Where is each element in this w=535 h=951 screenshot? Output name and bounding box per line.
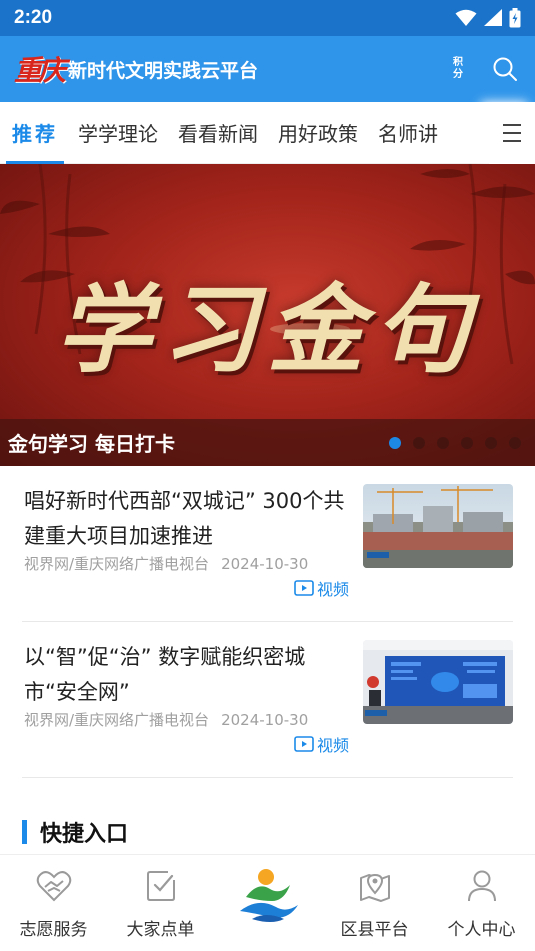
map-pin-icon: [356, 867, 394, 905]
news-date: 2024-10-30: [221, 555, 309, 573]
video-tag-label: 视频: [316, 736, 349, 755]
shortcut-section-header: 快捷入口: [22, 816, 128, 848]
video-icon: [294, 736, 314, 752]
carousel-dot[interactable]: [461, 437, 473, 449]
section-accent-bar: [22, 820, 27, 844]
nav-district-platform[interactable]: 区县平台: [321, 855, 428, 951]
news-item[interactable]: 以“智”促“治” 数字赋能织密城市“安全网” 视界网/重庆网络广播电视台 2024…: [22, 622, 513, 778]
status-icons: [455, 8, 521, 28]
banner-carousel[interactable]: 学习金句 金句学习 每日打卡: [0, 164, 535, 466]
app-logo: 重庆 新时代文明实践云平台: [14, 49, 258, 89]
control-room-image: [363, 640, 513, 724]
news-meta: 视界网/重庆网络广播电视台 2024-10-30: [24, 709, 308, 730]
video-tag-label: 视频: [316, 580, 349, 599]
signal-icon: [484, 9, 502, 26]
carousel-dot[interactable]: [485, 437, 497, 449]
nav-volunteer-service[interactable]: 志愿服务: [0, 855, 107, 951]
checklist-icon: [142, 867, 180, 905]
news-item[interactable]: 唱好新时代西部“双城记” 300个共建重大项目加速推进 视界网/重庆网络广播电视…: [22, 466, 513, 622]
news-thumbnail[interactable]: [363, 484, 513, 568]
nav-label: 志愿服务: [19, 920, 88, 940]
tab-news[interactable]: 看看新闻: [168, 102, 268, 164]
tab-recommend[interactable]: 推荐: [0, 102, 68, 164]
news-meta: 视界网/重庆网络广播电视台 2024-10-30: [24, 553, 308, 574]
battery-icon: [509, 8, 521, 28]
status-bar: 2:20: [0, 0, 535, 36]
carousel-dot[interactable]: [413, 437, 425, 449]
menu-icon-line: [503, 140, 521, 142]
carousel-indicators: [389, 437, 521, 449]
tabs-menu-button[interactable]: [489, 102, 535, 164]
carousel-dot[interactable]: [437, 437, 449, 449]
points-button[interactable]: 积分: [451, 57, 465, 81]
tab-theory[interactable]: 学学理论: [68, 102, 168, 164]
construction-site-image: [363, 484, 513, 568]
nav-personal-center[interactable]: 个人中心: [428, 855, 535, 951]
nav-label: 大家点单: [126, 920, 195, 940]
status-time: 2:20: [14, 7, 53, 28]
search-button[interactable]: [491, 55, 519, 83]
news-thumbnail[interactable]: [363, 640, 513, 724]
video-icon: [294, 580, 314, 596]
nav-home-center[interactable]: [214, 855, 321, 951]
news-source: 视界网/重庆网络广播电视台: [24, 711, 210, 729]
news-date: 2024-10-30: [221, 711, 309, 729]
banner-title: 学习金句: [55, 273, 480, 386]
video-tag: 视频: [294, 732, 349, 756]
nav-order[interactable]: 大家点单: [107, 855, 214, 951]
shortcut-title: 快捷入口: [40, 822, 129, 847]
news-title[interactable]: 以“智”促“治” 数字赋能织密城市“安全网”: [24, 640, 354, 710]
news-source: 视界网/重庆网络广播电视台: [24, 555, 210, 573]
chongqing-logo-mark: 重庆: [14, 54, 66, 87]
app-header: 重庆 新时代文明实践云平台 积分: [0, 36, 535, 102]
app-title: 新时代文明实践云平台: [68, 59, 259, 82]
header-actions: 积分: [451, 36, 519, 102]
wifi-icon: [455, 9, 477, 26]
person-icon: [463, 867, 501, 905]
tab-lectures[interactable]: 名师讲: [368, 102, 448, 164]
banner-caption: 金句学习 每日打卡: [8, 432, 175, 456]
menu-icon-line: [503, 124, 521, 126]
center-logo-icon: [236, 865, 300, 929]
menu-icon-line: [503, 132, 521, 134]
bottom-nav: 志愿服务 大家点单 区县平台 个人中心: [0, 854, 535, 951]
news-title[interactable]: 唱好新时代西部“双城记” 300个共建重大项目加速推进: [24, 484, 354, 554]
category-tabs: 推荐 学学理论 看看新闻 用好政策 名师讲: [0, 102, 535, 164]
search-icon: [493, 57, 517, 81]
video-tag: 视频: [294, 576, 349, 600]
heart-hands-icon: [35, 867, 73, 905]
tab-policy[interactable]: 用好政策: [268, 102, 368, 164]
nav-label: 区县平台: [340, 920, 409, 940]
carousel-dot[interactable]: [509, 437, 521, 449]
nav-label: 个人中心: [447, 920, 516, 940]
carousel-dot[interactable]: [389, 437, 401, 449]
